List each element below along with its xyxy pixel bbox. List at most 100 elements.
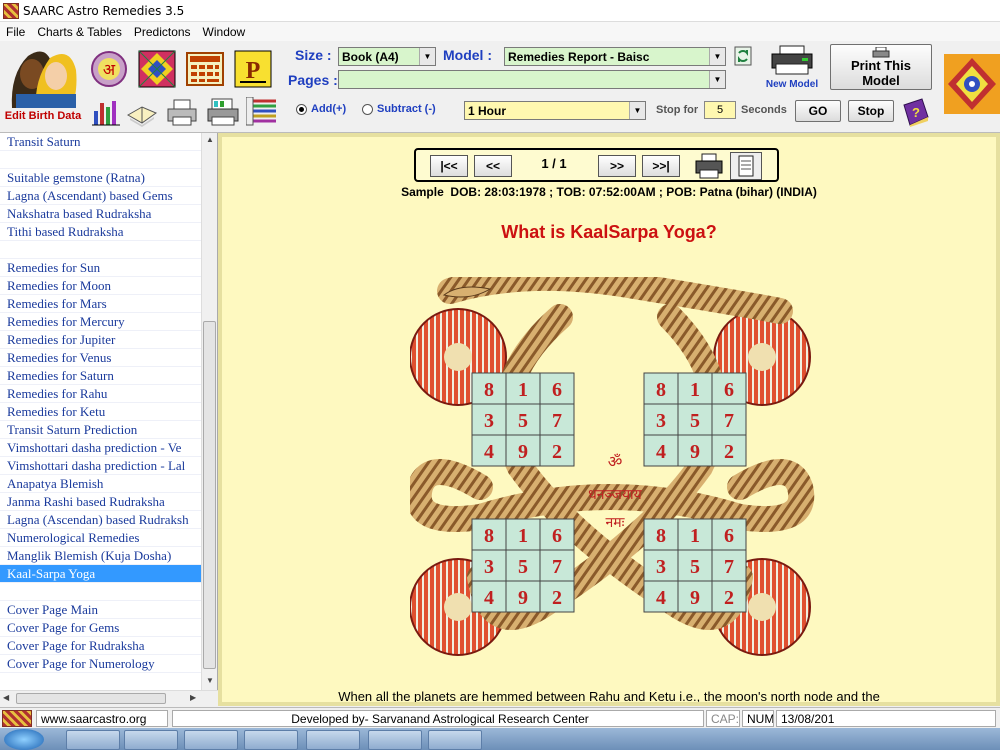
- vertical-scrollbar[interactable]: ▲ ▼: [201, 133, 217, 690]
- scroll-thumb[interactable]: [203, 321, 216, 669]
- sidebar-item[interactable]: Remedies for Moon: [0, 277, 201, 295]
- sidebar-item[interactable]: Tithi based Rudraksha: [0, 223, 201, 241]
- scroll-up-icon[interactable]: ▲: [206, 135, 214, 144]
- yantra-number: 2: [552, 441, 562, 463]
- sidebar-item[interactable]: Remedies for Jupiter: [0, 331, 201, 349]
- menu-file[interactable]: File: [0, 25, 31, 39]
- sidebar-item[interactable]: Remedies for Mars: [0, 295, 201, 313]
- book-icon[interactable]: [126, 97, 158, 127]
- sidebar-item[interactable]: Manglik Blemish (Kuja Dosha): [0, 547, 201, 565]
- menu-predictions[interactable]: Predictons: [128, 25, 197, 39]
- print-report-icon[interactable]: [694, 152, 724, 180]
- size-select-value: Book (A4): [342, 49, 399, 64]
- pages-select[interactable]: ▼: [338, 70, 726, 89]
- menu-charts-tables[interactable]: Charts & Tables: [31, 25, 128, 39]
- calculator-table-icon[interactable]: [186, 50, 224, 88]
- color-printer-icon[interactable]: [206, 97, 240, 127]
- horizontal-scrollbar[interactable]: ◀ ▶: [0, 690, 218, 706]
- taskbar: [0, 728, 1000, 750]
- first-page-button[interactable]: |<<: [430, 155, 468, 177]
- bar-chart-icon[interactable]: [92, 97, 120, 127]
- radio-unchecked-icon[interactable]: [362, 103, 373, 115]
- sidebar-item[interactable]: Remedies for Sun: [0, 259, 201, 277]
- sidebar-item[interactable]: Vimshottari dasha prediction - Lal: [0, 457, 201, 475]
- next-page-button[interactable]: >>: [598, 155, 636, 177]
- taskbar-key-icon-2[interactable]: [184, 730, 238, 750]
- yantra-number: 4: [484, 441, 494, 463]
- window-title: SAARC Astro Remedies 3.5: [23, 3, 185, 18]
- help-book-icon[interactable]: ?: [900, 97, 932, 127]
- sidebar-item[interactable]: Kaal-Sarpa Yoga: [0, 565, 201, 583]
- yantra-number: 9: [690, 441, 700, 463]
- yantra-number: 1: [518, 379, 528, 401]
- sidebar-item[interactable]: Transit Saturn Prediction: [0, 421, 201, 439]
- sidebar-item[interactable]: Numerological Remedies: [0, 529, 201, 547]
- go-button[interactable]: GO: [795, 100, 841, 122]
- taskbar-key-icon-3[interactable]: [244, 730, 298, 750]
- model-select[interactable]: Remedies Report - Baisc ▼: [504, 47, 726, 66]
- sidebar-item[interactable]: Cover Page for Numerology: [0, 655, 201, 673]
- list-spacer: [0, 583, 201, 601]
- list-report-icon[interactable]: [245, 96, 280, 127]
- menu-window[interactable]: Window: [197, 25, 252, 39]
- refresh-icon[interactable]: [734, 46, 752, 66]
- report-viewer: |<< << 1 / 1 >> >>| Sample DOB: 28:03:19…: [218, 133, 1000, 706]
- sidebar: Transit Saturn Suitable gemstone (Ratna) L…: [0, 133, 218, 706]
- chevron-down-icon[interactable]: ▼: [629, 102, 645, 119]
- yantra-number: 7: [724, 556, 734, 578]
- report-body-text: When all the planets are hemmed between …: [338, 689, 880, 704]
- yantra-number: 7: [552, 556, 562, 578]
- sidebar-item[interactable]: Nakshatra based Rudraksha: [0, 205, 201, 223]
- stop-for-input[interactable]: 5: [704, 101, 736, 119]
- print-preview-icon[interactable]: [730, 152, 762, 180]
- sidebar-item[interactable]: Remedies for Ketu: [0, 403, 201, 421]
- start-button[interactable]: [4, 729, 44, 750]
- edit-birth-data-button[interactable]: Edit Birth Data: [3, 44, 83, 129]
- hscroll-thumb[interactable]: [16, 693, 166, 704]
- scroll-right-icon[interactable]: ▶: [190, 693, 196, 702]
- sidebar-item[interactable]: Cover Page for Gems: [0, 619, 201, 637]
- sidebar-item[interactable]: Cover Page for Rudraksha: [0, 637, 201, 655]
- size-label: Size :: [295, 47, 332, 63]
- sidebar-item[interactable]: Lagna (Ascendant) based Gems: [0, 187, 201, 205]
- chevron-down-icon[interactable]: ▼: [709, 71, 725, 88]
- taskbar-key-icon[interactable]: [124, 730, 178, 750]
- sidebar-item[interactable]: Lagna (Ascendan) based Rudraksh: [0, 511, 201, 529]
- prev-page-button[interactable]: <<: [474, 155, 512, 177]
- add-radio[interactable]: Add(+): [296, 103, 346, 115]
- aum-icon[interactable]: अ: [90, 50, 128, 88]
- edit-birth-data-label: Edit Birth Data: [4, 110, 82, 122]
- chevron-down-icon[interactable]: ▼: [709, 48, 725, 65]
- sidebar-item[interactable]: Remedies for Mercury: [0, 313, 201, 331]
- num-indicator: NUM: [742, 710, 774, 727]
- subtract-radio[interactable]: Subtract (-): [362, 103, 436, 115]
- size-select[interactable]: Book (A4) ▼: [338, 47, 436, 66]
- stop-button[interactable]: Stop: [848, 100, 894, 122]
- last-page-button[interactable]: >>|: [642, 155, 680, 177]
- prediction-p-icon[interactable]: P: [234, 50, 272, 88]
- print-this-model-button[interactable]: Print This Model: [830, 44, 932, 90]
- printer-icon[interactable]: [166, 97, 198, 127]
- sidebar-item[interactable]: Anapatya Blemish: [0, 475, 201, 493]
- sidebar-item[interactable]: Remedies for Rahu: [0, 385, 201, 403]
- yantra-number: 2: [724, 587, 734, 609]
- chevron-down-icon[interactable]: ▼: [419, 48, 435, 65]
- interval-select[interactable]: 1 Hour ▼: [464, 101, 646, 120]
- scroll-down-icon[interactable]: ▼: [206, 676, 214, 685]
- scroll-left-icon[interactable]: ◀: [3, 693, 9, 702]
- taskbar-app-1[interactable]: [66, 730, 120, 750]
- taskbar-saarc-icon[interactable]: [428, 730, 482, 750]
- yantra-number: 1: [690, 525, 700, 547]
- sidebar-item[interactable]: Cover Page Main: [0, 601, 201, 619]
- radio-checked-icon[interactable]: [296, 103, 307, 115]
- sidebar-item[interactable]: Vimshottari dasha prediction - Ve: [0, 439, 201, 457]
- kundli-chart-icon[interactable]: [138, 50, 176, 88]
- sidebar-item[interactable]: Suitable gemstone (Ratna): [0, 169, 201, 187]
- sidebar-item[interactable]: Transit Saturn: [0, 133, 201, 151]
- sidebar-item[interactable]: Remedies for Venus: [0, 349, 201, 367]
- taskbar-app-5[interactable]: [306, 730, 360, 750]
- sidebar-item[interactable]: Remedies for Saturn: [0, 367, 201, 385]
- new-model-button[interactable]: New Model: [762, 44, 822, 90]
- sidebar-item[interactable]: Janma Rashi based Rudraksha: [0, 493, 201, 511]
- taskbar-folder-icon[interactable]: [368, 730, 422, 750]
